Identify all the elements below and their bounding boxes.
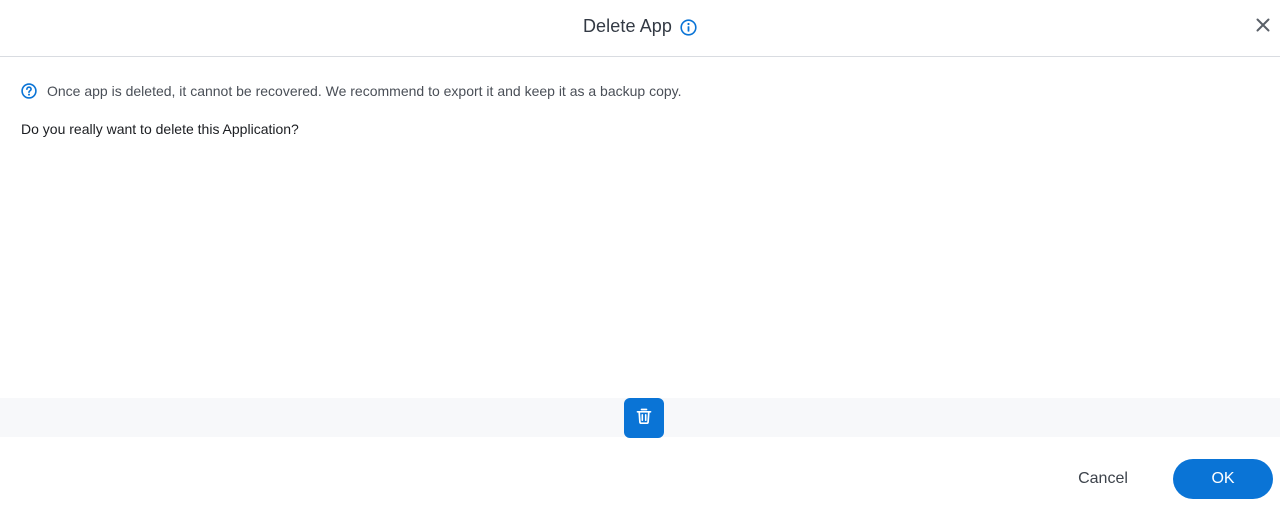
confirm-question: Do you really want to delete this Applic… (21, 121, 299, 137)
notice-text: Once app is deleted, it cannot be recove… (47, 83, 682, 99)
title-wrap: Delete App (583, 16, 697, 37)
ok-button[interactable]: OK (1173, 459, 1273, 499)
question-circle-icon (21, 83, 37, 99)
dialog-footer: Cancel OK (0, 437, 1280, 515)
dialog-body: Once app is deleted, it cannot be recove… (0, 57, 1280, 398)
delete-app-dialog: Delete App Once app is deleted, it canno… (0, 0, 1280, 515)
dialog-header: Delete App (0, 0, 1280, 57)
info-icon[interactable] (680, 19, 697, 36)
trash-icon (634, 406, 654, 431)
cancel-button[interactable]: Cancel (1064, 459, 1142, 499)
delete-button[interactable] (624, 398, 664, 438)
close-button[interactable] (1252, 16, 1274, 38)
dialog-title: Delete App (582, 15, 673, 36)
notice: Once app is deleted, it cannot be recove… (21, 83, 682, 99)
close-icon (1256, 18, 1270, 37)
